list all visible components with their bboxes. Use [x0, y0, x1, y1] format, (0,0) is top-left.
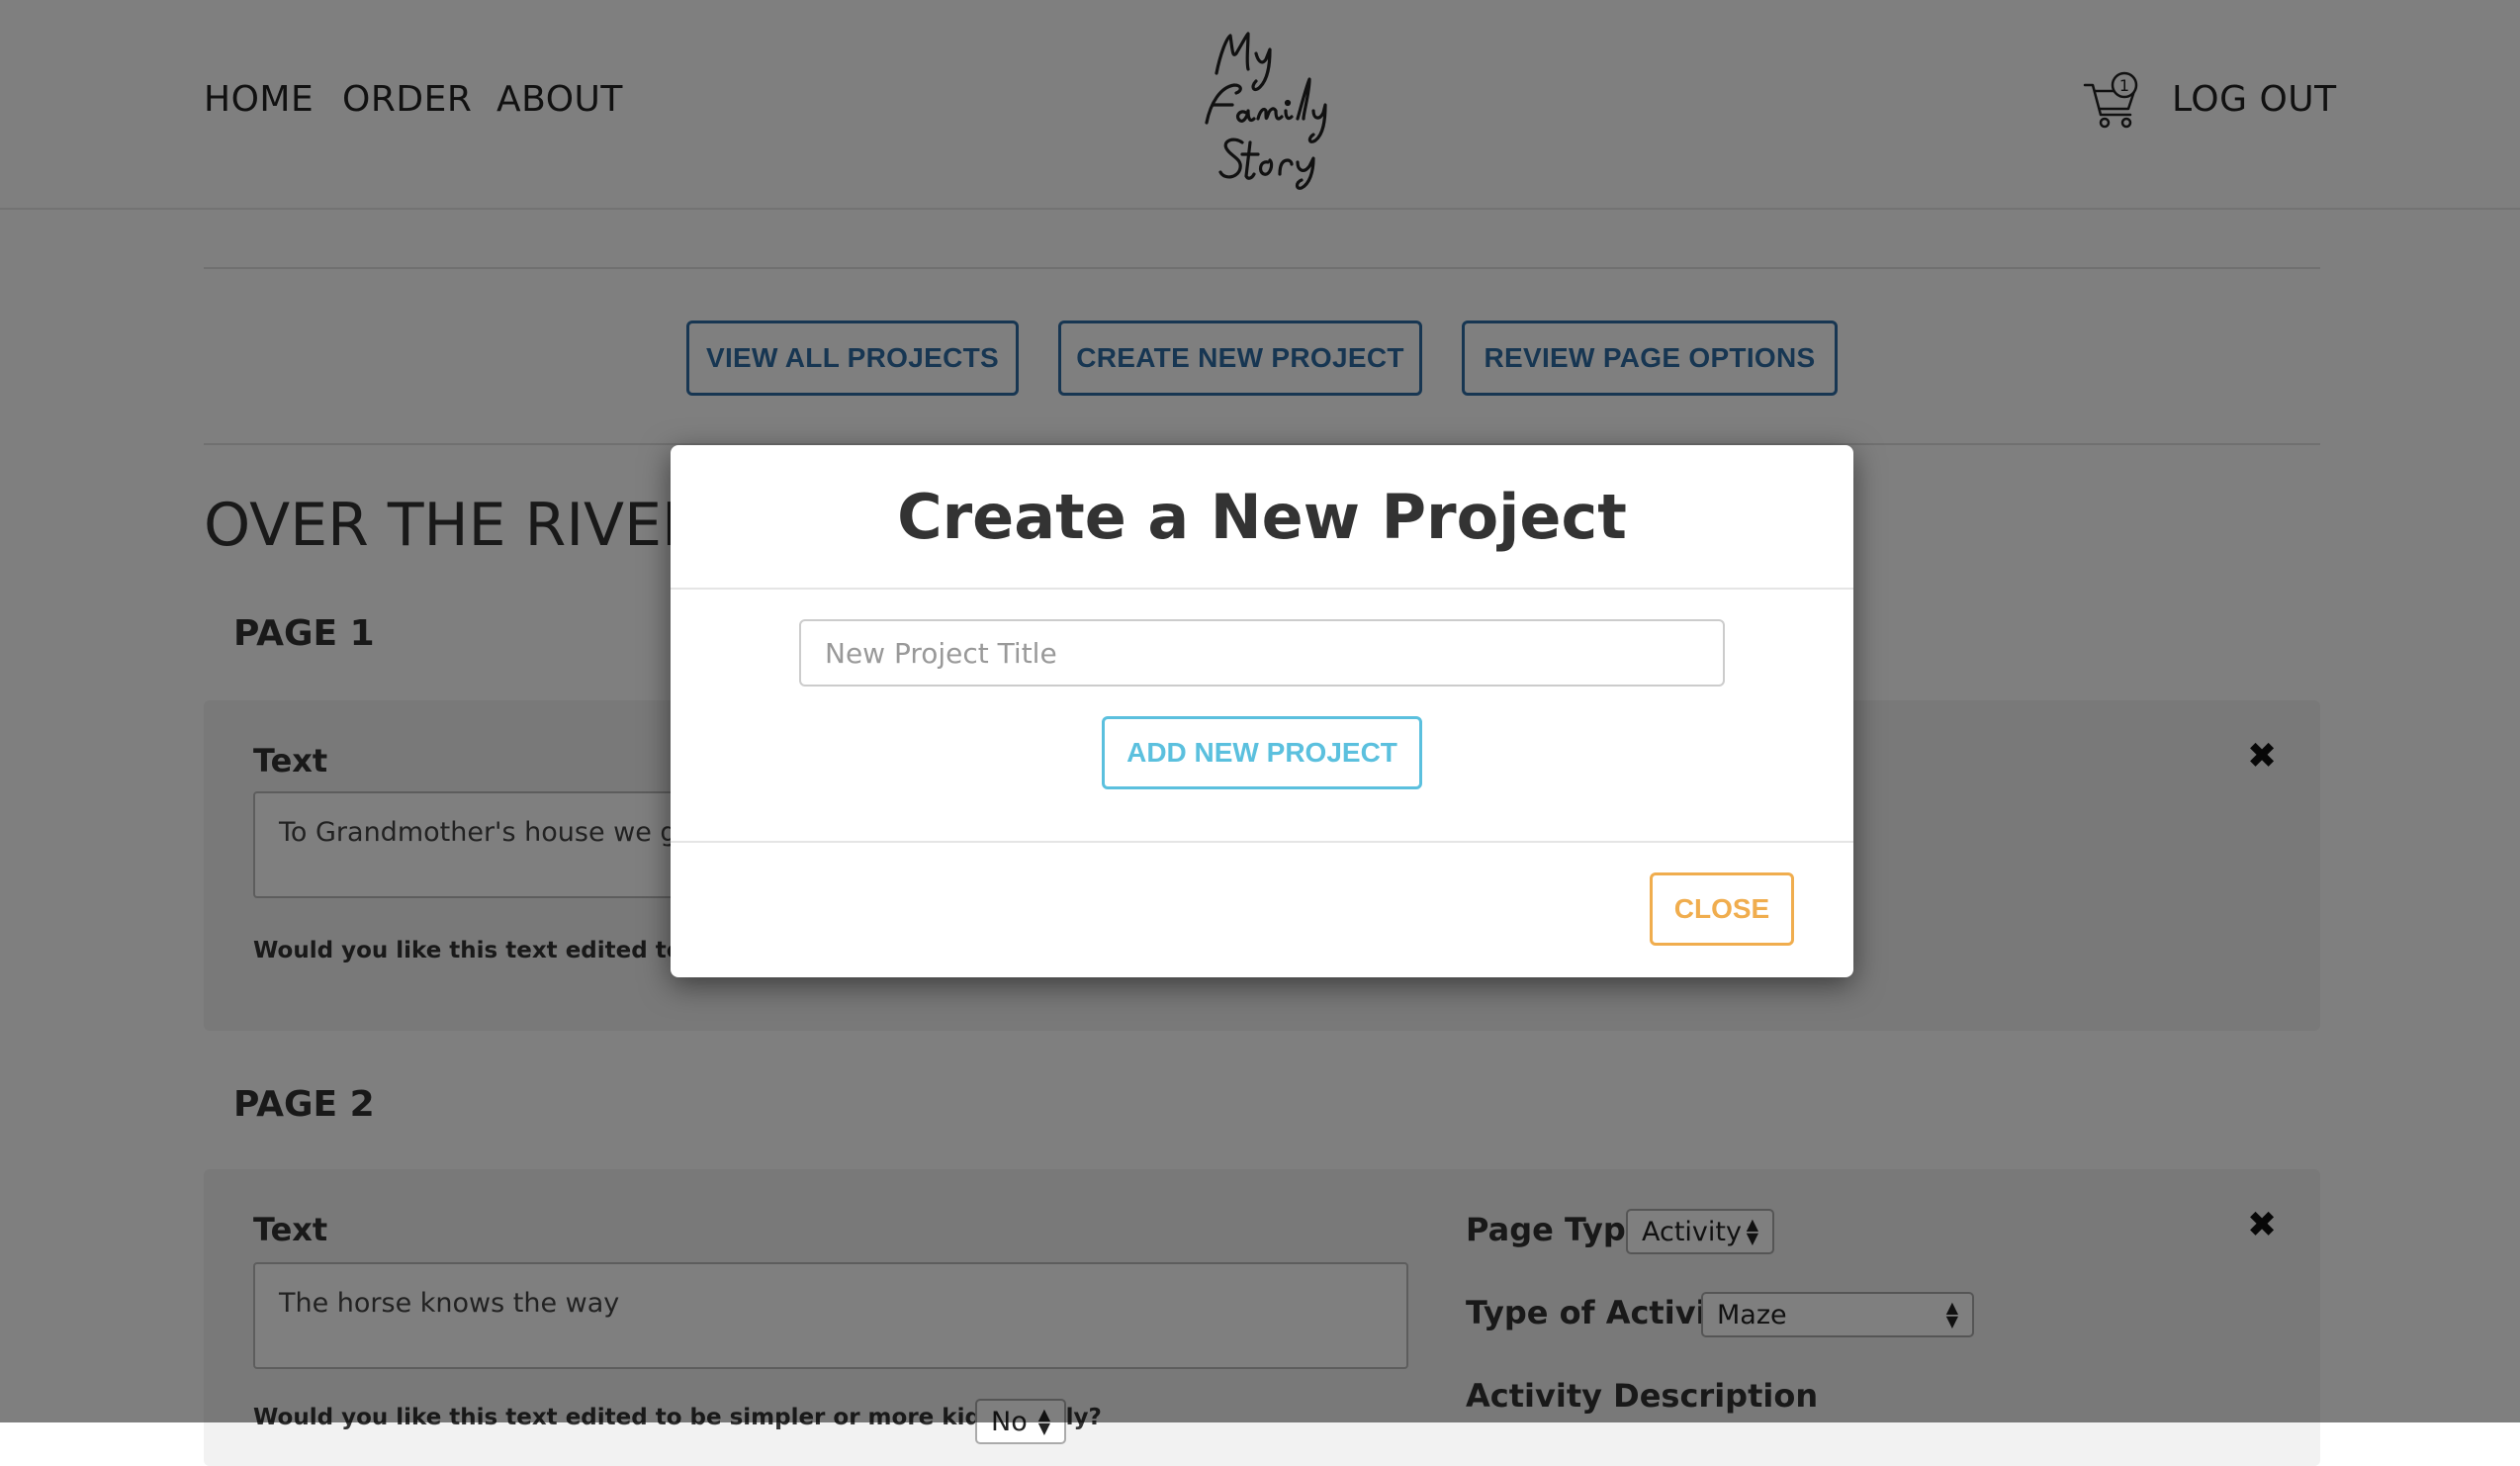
create-project-modal: Create a New Project ADD NEW PROJECT CLO… [671, 445, 1853, 977]
modal-divider [671, 841, 1853, 843]
modal-divider [671, 588, 1853, 590]
modal-title: Create a New Project [897, 481, 1627, 553]
new-project-title-input[interactable] [799, 619, 1725, 687]
page: HOME ORDER ABOUT [0, 0, 2520, 1466]
add-new-project-button[interactable]: ADD NEW PROJECT [1102, 716, 1422, 789]
close-modal-button[interactable]: CLOSE [1650, 872, 1794, 946]
